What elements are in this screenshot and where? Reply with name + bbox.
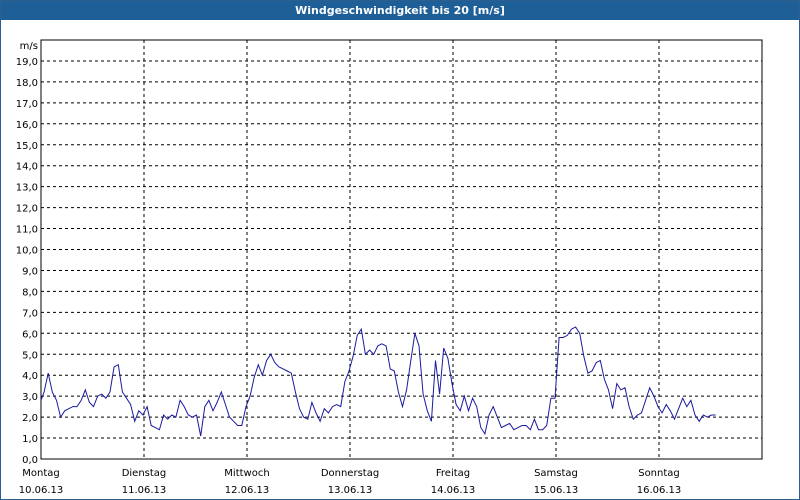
x-tick-label-day: Freitag <box>436 468 470 479</box>
x-tick-label-date: 12.06.13 <box>225 485 270 496</box>
x-tick-label-day: Mittwoch <box>224 468 269 479</box>
y-tick-label: 3,0 <box>22 392 38 403</box>
y-tick-label: 7,0 <box>22 308 38 319</box>
y-tick-label: 19,0 <box>16 57 38 68</box>
y-tick-label: 12,0 <box>16 204 38 215</box>
y-tick-label: 16,0 <box>16 120 38 131</box>
y-axis-unit-label: m/s <box>20 41 38 52</box>
y-tick-label: 18,0 <box>16 78 38 89</box>
x-tick-label-date: 11.06.13 <box>122 485 167 496</box>
x-tick-label-day: Dienstag <box>122 468 167 479</box>
y-tick-label: 8,0 <box>22 287 38 298</box>
x-tick-label-date: 14.06.13 <box>431 485 476 496</box>
y-tick-label: 10,0 <box>16 246 38 257</box>
y-tick-label: 17,0 <box>16 99 38 110</box>
y-tick-label: 1,0 <box>22 434 38 445</box>
x-tick-label-date: 13.06.13 <box>328 485 373 496</box>
x-tick-label-date: 10.06.13 <box>19 485 64 496</box>
y-tick-label: 4,0 <box>22 371 38 382</box>
x-axis-tick-labels: Montag 10.06.13 Dienstag 11.06.13 Mittwoch 12… <box>19 468 682 496</box>
wind-speed-chart: m/s 0,0 1,0 2,0 3,0 4,0 5,0 6,0 7,0 8,0 9,0 10,0 11… <box>16 39 763 496</box>
x-tick-label-date: 15.06.13 <box>534 485 579 496</box>
y-tick-label: 14,0 <box>16 162 38 173</box>
y-tick-label: 0,0 <box>22 455 38 466</box>
y-tick-label: 11,0 <box>16 225 38 236</box>
y-axis-tick-labels: 0,0 1,0 2,0 3,0 4,0 5,0 6,0 7,0 8,0 9,0 10,0 11,0 12… <box>16 57 38 466</box>
y-tick-label: 13,0 <box>16 183 38 194</box>
y-tick-label: 9,0 <box>22 266 38 277</box>
x-tick-label-day: Samstag <box>534 468 578 479</box>
y-tick-label: 2,0 <box>22 413 38 424</box>
y-tick-label: 6,0 <box>22 329 38 340</box>
x-tick-label-day: Sonntag <box>638 468 680 479</box>
y-tick-label: 5,0 <box>22 350 38 361</box>
x-tick-label-day: Montag <box>22 468 59 479</box>
x-tick-label-date: 16.06.13 <box>637 485 682 496</box>
y-tick-label: 15,0 <box>16 141 38 152</box>
x-tick-label-day: Donnerstag <box>321 468 379 479</box>
